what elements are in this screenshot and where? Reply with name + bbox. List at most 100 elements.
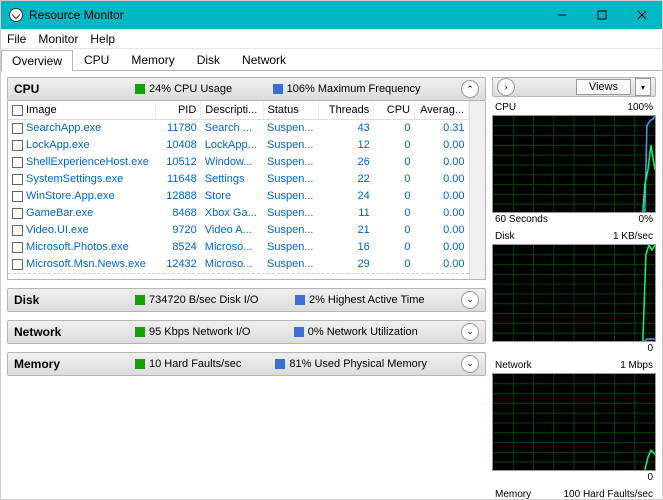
checkbox-icon[interactable] [12,208,23,219]
menu-monitor[interactable]: Monitor [38,32,78,46]
menu-file[interactable]: File [7,32,26,46]
graphs-header: › Views ▾ [492,77,656,97]
table-row[interactable]: Microsoft.Msn.News.exe12432Microso...Sus… [8,256,469,273]
memory-used-metric: 81% Used Physical Memory [275,358,427,370]
chevron-down-icon[interactable]: ⌄ [461,323,479,341]
avg-cell: 0.00 [415,256,469,273]
titlebar[interactable]: Resource Monitor [1,1,662,29]
menu-help[interactable]: Help [90,32,115,46]
desc-cell: Store [201,188,263,205]
graph-max-label: 1 Mbps [620,360,653,371]
table-row[interactable]: Video.UI.exe9720Video A...Suspen...2100.… [8,222,469,239]
graph-min-label: 0 [647,343,653,354]
network-section-header[interactable]: Network 95 Kbps Network I/O 0% Network U… [7,320,486,344]
chevron-down-icon[interactable]: ⌄ [461,291,479,309]
maximize-button[interactable] [582,1,622,29]
swatch-icon [135,295,145,305]
table-row[interactable]: LockApp.exe10408LockApp...Suspen...1200.… [8,137,469,154]
vertical-scrollbar[interactable] [469,101,485,279]
col-pid[interactable]: PID [156,101,201,120]
table-row[interactable]: Microsoft.Photos.exe8524Microso...Suspen… [8,239,469,256]
graph-max-label: 1 KB/sec [613,231,653,242]
col-avg[interactable]: Averag... [415,101,469,120]
cpu-cell: 0 [374,256,415,273]
cpu-cell: 0 [374,120,415,137]
process-name: ShellExperienceHost.exe [26,156,149,168]
col-desc[interactable]: Descripti... [201,101,263,120]
close-button[interactable] [622,1,662,29]
col-threads[interactable]: Threads [319,101,374,120]
avg-cell: 0.31 [415,120,469,137]
cpu-usage-metric: 24% CPU Usage [135,83,232,95]
table-row[interactable]: WinStore.App.exe12888StoreSuspen...2400.… [8,188,469,205]
network-util-metric: 0% Network Utilization [294,326,418,338]
process-name: SystemSettings.exe [26,173,123,185]
checkbox-icon[interactable] [12,191,23,202]
table-row[interactable]: GameBar.exe8468Xbox Ga...Suspen...1100.0… [8,205,469,222]
graph-title: Memory [495,489,531,499]
tab-overview[interactable]: Overview [1,50,73,71]
views-dropdown-icon[interactable]: ▾ [635,78,651,96]
disk-section-header[interactable]: Disk 734720 B/sec Disk I/O 2% Highest Ac… [7,288,486,312]
status-cell: Suspen... [263,154,319,171]
avg-cell: 0.00 [415,205,469,222]
table-row[interactable]: ShellExperienceHost.exe10512Window...Sus… [8,154,469,171]
chevron-up-icon[interactable]: ⌃ [461,80,479,98]
cpu-cell: 0 [374,171,415,188]
checkbox-icon[interactable] [12,123,23,134]
process-name: WinStore.App.exe [26,190,115,202]
checkbox-icon[interactable] [12,140,23,151]
col-cpu[interactable]: CPU [374,101,415,120]
disk-section-label: Disk [14,293,129,307]
avg-cell: 0.00 [415,171,469,188]
avg-cell: 0.00 [415,137,469,154]
tab-cpu[interactable]: CPU [73,49,120,70]
network-io-metric: 95 Kbps Network I/O [135,326,251,338]
cpu-section-header[interactable]: CPU 24% CPU Usage 106% Maximum Frequency… [7,77,486,101]
checkbox-icon[interactable] [12,174,23,185]
app-icon [9,8,23,22]
threads-cell: 12 [319,137,374,154]
threads-cell: 24 [319,188,374,205]
threads-cell: 21 [319,222,374,239]
threads-cell: 43 [319,120,374,137]
threads-cell: 11 [319,205,374,222]
process-name: SearchApp.exe [26,122,101,134]
memory-faults-metric: 10 Hard Faults/sec [135,358,241,370]
col-image[interactable]: Image [8,101,156,120]
tab-disk[interactable]: Disk [186,49,231,70]
views-button[interactable]: Views [576,79,631,95]
table-row[interactable]: SystemSettings.exe11648SettingsSuspen...… [8,171,469,188]
checkbox-icon[interactable] [12,259,23,270]
desc-cell: Xbox Ga... [201,205,263,222]
cpu-cell: 0 [374,188,415,205]
checkbox-icon[interactable] [12,225,23,236]
pid-cell: 8468 [156,205,201,222]
swatch-icon [135,327,145,337]
checkbox-icon[interactable] [12,242,23,253]
graph-title: Network [495,360,532,371]
desc-cell: Microso... [201,256,263,273]
status-cell: Suspen... [263,222,319,239]
swatch-icon [273,84,283,94]
minimize-button[interactable] [542,1,582,29]
status-cell: Suspen... [263,239,319,256]
chevron-right-icon[interactable]: › [497,78,515,96]
window-title: Resource Monitor [29,8,542,22]
col-status[interactable]: Status [263,101,319,120]
tab-network[interactable]: Network [231,49,297,70]
swatch-icon [295,295,305,305]
chevron-down-icon[interactable]: ⌄ [461,355,479,373]
tab-memory[interactable]: Memory [120,49,185,70]
swatch-icon [135,84,145,94]
process-name: Microsoft.Photos.exe [26,241,129,253]
checkbox-icon[interactable] [12,157,23,168]
checkbox-icon[interactable] [12,105,23,116]
swatch-icon [135,359,145,369]
pid-cell: 12432 [156,256,201,273]
memory-section-label: Memory [14,357,129,371]
table-row[interactable]: SearchApp.exe11780Search ...Suspen...430… [8,120,469,137]
pid-cell: 10512 [156,154,201,171]
memory-section-header[interactable]: Memory 10 Hard Faults/sec 81% Used Physi… [7,352,486,376]
cpu-cell: 0 [374,239,415,256]
